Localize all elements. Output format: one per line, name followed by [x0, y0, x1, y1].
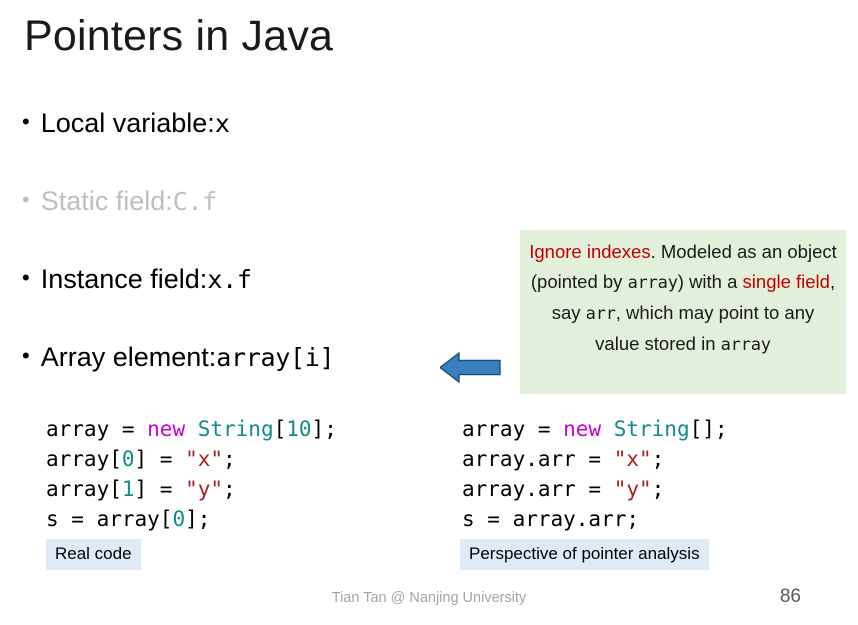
code-token: array[ — [46, 447, 122, 471]
page-number: 86 — [779, 586, 801, 607]
code-token: ] = — [134, 447, 186, 471]
code-line: array = new String[10]; — [46, 414, 337, 444]
bullet-code: array[i] — [216, 343, 335, 372]
note-segment-text: , which may point to any value stored in — [595, 302, 815, 354]
code-token: array.arr = — [462, 447, 614, 471]
code-token: String — [197, 417, 274, 441]
note-callout-box: Ignore indexes. Modeled as an object (po… — [520, 230, 846, 394]
left-arrow-icon — [440, 351, 501, 384]
code-token: array[ — [46, 477, 122, 501]
caption-pointer-analysis: Perspective of pointer analysis — [460, 539, 709, 570]
bullet-marker-icon: • — [22, 109, 30, 134]
code-token: array.arr = — [462, 477, 614, 501]
bullet-label: Static field: — [40, 186, 173, 216]
code-token: "y" — [613, 477, 652, 501]
code-token: s = array.arr; — [462, 507, 640, 531]
code-token: ; — [651, 477, 665, 501]
bullet-label: Instance field: — [40, 264, 208, 294]
code-line: array.arr = "y"; — [462, 474, 728, 504]
code-token: 0 — [121, 447, 135, 471]
code-token: []; — [689, 417, 728, 441]
bullet-marker-icon: • — [22, 343, 30, 368]
code-token: ; — [223, 477, 236, 501]
bullet-code: C.f — [172, 187, 218, 216]
note-segment-highlight: single field — [742, 271, 830, 292]
footer-credit: Tian Tan @ Nanjing University — [331, 590, 527, 606]
code-token: new — [147, 417, 198, 441]
code-token: new — [563, 417, 614, 441]
code-line: array.arr = "x"; — [462, 444, 728, 474]
note-segment-code: array — [720, 335, 771, 355]
bullet-code: x.f — [207, 265, 252, 294]
bullet-label: Array element: — [40, 342, 217, 372]
code-block-real: array = new String[10]; array[0] = "x"; ar… — [46, 414, 337, 534]
bullet-label: Local variable: — [40, 108, 215, 138]
code-token: "x" — [185, 447, 224, 471]
note-segment-code: arr — [585, 304, 616, 324]
code-token: array = — [462, 417, 564, 441]
bullet-item-instance-field: • Instance field: x.f — [22, 264, 542, 342]
bullet-item-static-field: • Static field: C.f — [22, 186, 542, 264]
code-token: "x" — [613, 447, 652, 471]
note-segment-text: ) with a — [677, 271, 743, 292]
code-token: s = array[ — [46, 507, 173, 531]
code-token: ]; — [311, 417, 337, 441]
code-token: ] = — [134, 477, 186, 501]
code-token: 1 — [121, 477, 135, 501]
caption-real-code: Real code — [46, 539, 141, 570]
code-token: ]; — [185, 507, 211, 531]
code-line: array[1] = "y"; — [46, 474, 337, 504]
note-segment-code: array — [627, 273, 678, 293]
bullet-marker-icon: • — [22, 265, 30, 290]
code-token: ; — [223, 447, 236, 471]
code-line: array[0] = "x"; — [46, 444, 337, 474]
code-token: 10 — [286, 417, 312, 441]
code-token: String — [613, 417, 690, 441]
page-title: Pointers in Java — [24, 12, 334, 60]
code-block-analysis: array = new String[]; array.arr = "x"; arr… — [462, 414, 728, 534]
bullet-item-local-variable: • Local variable: x — [22, 108, 542, 186]
code-token: "y" — [185, 477, 224, 501]
code-token: ; — [651, 447, 665, 471]
code-token: [ — [273, 417, 287, 441]
code-line: array = new String[]; — [462, 414, 728, 444]
code-token: 0 — [172, 507, 186, 531]
bullet-marker-icon: • — [22, 187, 30, 212]
note-segment-highlight: Ignore indexes — [529, 241, 651, 262]
bullet-code: x — [214, 109, 230, 138]
code-token: array = — [46, 417, 148, 441]
code-line: s = array.arr; — [462, 504, 728, 534]
code-line: s = array[0]; — [46, 504, 337, 534]
